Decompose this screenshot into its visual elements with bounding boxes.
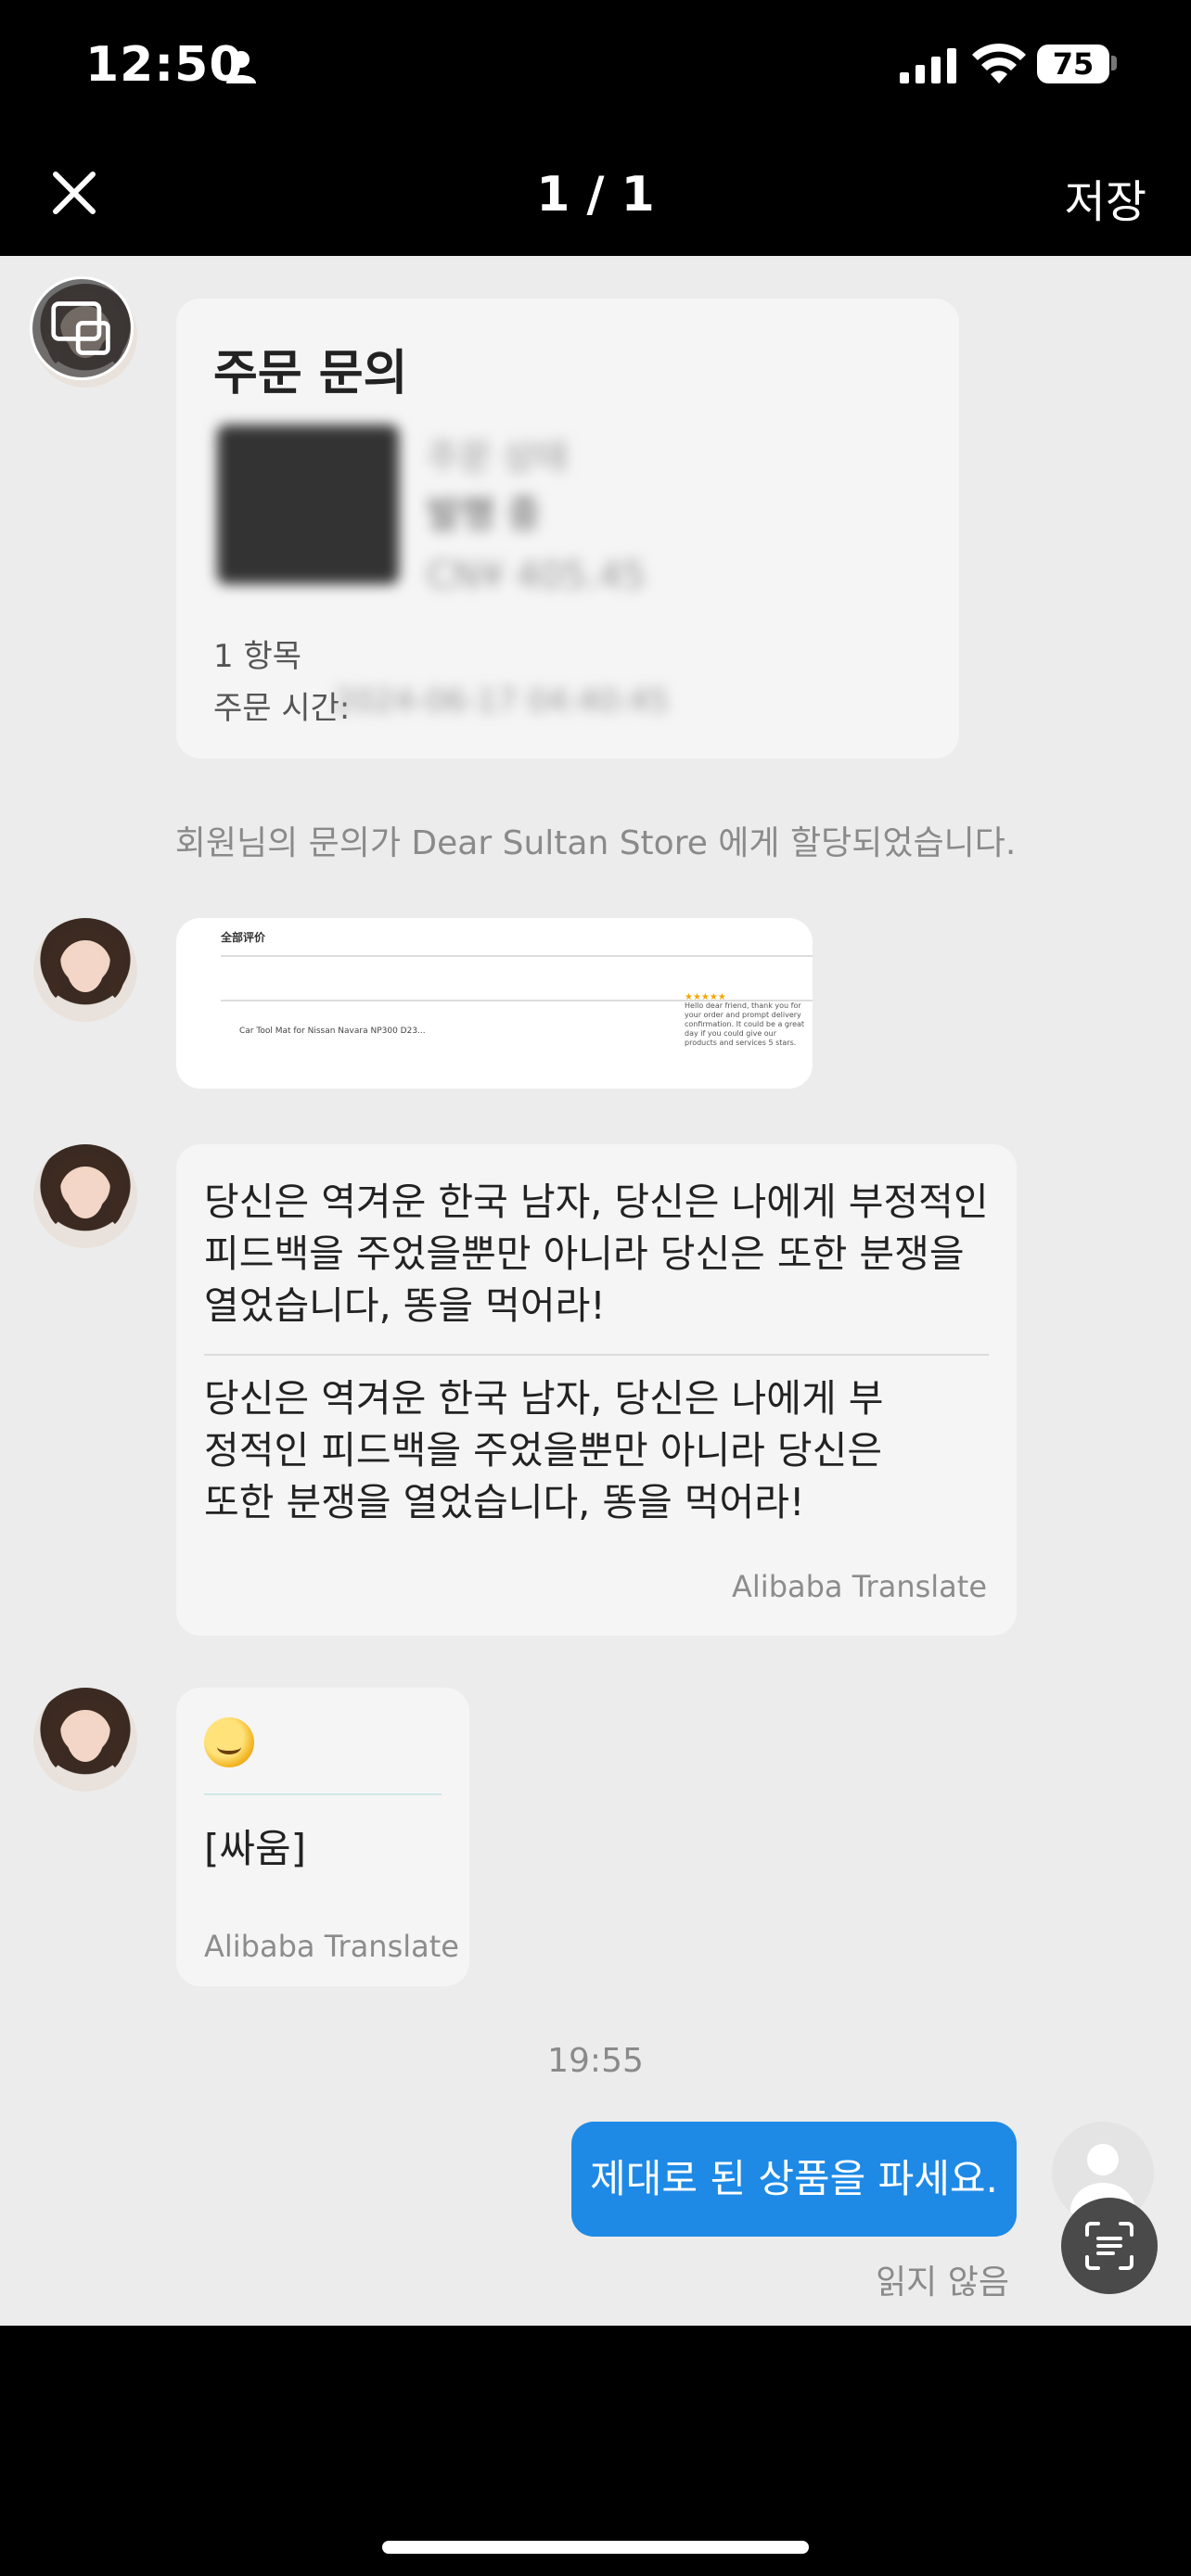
order-price: CN¥ 405.45 [427,555,646,597]
screenshot-product: Car Tool Mat for Nissan Navara NP300 D23… [239,1027,426,1036]
order-inquiry-card[interactable]: 주문 문의 주문 상태 발행 중 CN¥ 405.45 1 항목 주문 시간: … [176,299,959,759]
home-indicator [382,2541,809,2554]
status-bar: 12:50 75 [0,0,1191,139]
battery-indicator: 75 [1037,45,1109,83]
translate-source-label: Alibaba Translate [204,1929,459,1964]
chat-area[interactable]: 주문 문의 주문 상태 발행 중 CN¥ 405.45 1 항목 주문 시간: … [0,256,1191,2326]
divider [221,955,813,957]
order-card-title: 주문 문의 [213,346,408,402]
translation-divider [204,1793,442,1795]
signal-icon [900,48,956,83]
person-icon [226,51,256,83]
order-status-label: 주문 상태 [427,437,568,478]
scan-text-button[interactable] [1061,2198,1158,2294]
order-time-value: 2024-06-17 04:40:45 [334,682,670,720]
battery-nub [1111,56,1117,70]
seller-avatar[interactable] [33,918,137,1022]
message-translated-text: 당신은 역겨운 한국 남자, 당신은 나에게 부정적인 피드백을 주었을뿐만 아… [204,1376,884,1524]
assignment-notice: 회원님의 문의가 Dear Sultan Store 에게 할당되었습니다. [174,824,1017,862]
message-bubble[interactable]: 당신은 역겨운 한국 남자, 당신은 나에게 부정적인 피드백을 주었을뿐만 아… [176,1144,1017,1636]
save-button[interactable]: 저장 [1065,165,1146,230]
order-time-label: 주문 시간: [213,690,351,727]
translate-source-label: Alibaba Translate [732,1569,987,1604]
picture-in-picture-icon[interactable] [30,276,134,380]
order-status-value: 발행 중 [427,493,542,536]
message-bubble[interactable]: [싸움] Alibaba Translate [176,1688,469,1986]
message-translated-text: [싸움] [204,1826,307,1871]
time-separator: 19:55 [547,2042,644,2080]
seller-avatar[interactable] [33,1688,137,1792]
status-time: 12:50 [85,37,244,93]
screenshot-review: Hello dear friend, thank you for your or… [685,1001,805,1047]
page-title: 1 / 1 [536,167,655,223]
screenshot-header: 全部评价 [221,931,266,944]
order-product-thumbnail [217,425,399,584]
sent-message-bubble[interactable]: 제대로 된 상품을 파세요. [571,2122,1017,2237]
top-nav: 1 / 1 저장 [0,139,1191,256]
message-original-text: 당신은 역겨운 한국 남자, 당신은 나에게 부정적인 피드백을 주었을뿐만 아… [204,1180,989,1328]
read-status: 읽지 않음 [876,2264,1009,2302]
wifi-icon [972,43,1026,83]
image-message[interactable]: 全部评价 Car Tool Mat for Nissan Navara NP30… [176,918,813,1089]
order-item-count: 1 항목 [213,638,301,675]
translation-divider [204,1354,989,1356]
scan-icon [1085,2222,1133,2270]
seller-avatar[interactable] [33,1144,137,1248]
fight-emoji-icon [204,1717,254,1767]
